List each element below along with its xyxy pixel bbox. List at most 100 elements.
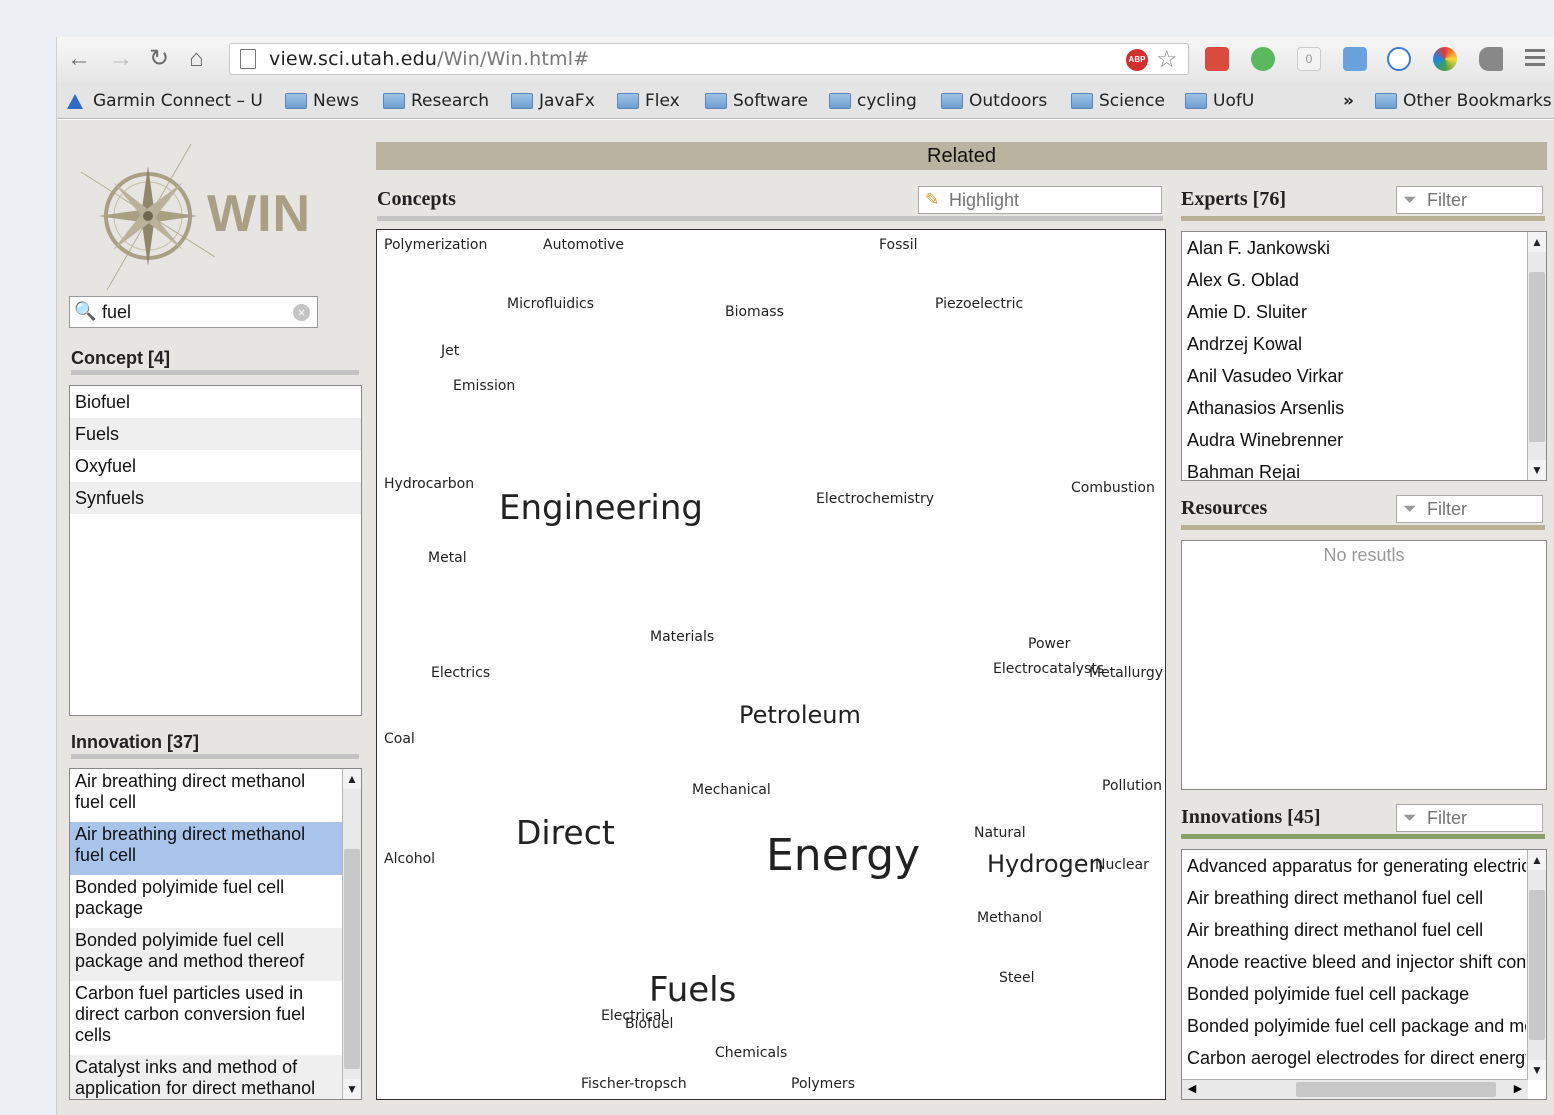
- cloud-word[interactable]: Hydrocarbon: [384, 476, 474, 492]
- bookmark-news[interactable]: News: [285, 91, 359, 111]
- concept-list[interactable]: Biofuel Fuels Oxyfuel Synfuels: [69, 385, 362, 716]
- list-item[interactable]: Athanasios Arsenlis: [1182, 392, 1526, 424]
- cloud-word[interactable]: Emission: [453, 378, 515, 394]
- cloud-word[interactable]: Steel: [999, 970, 1035, 986]
- list-item[interactable]: Anode reactive bleed and injector shift …: [1182, 946, 1526, 978]
- experts-filter-box[interactable]: ⏷: [1396, 186, 1543, 214]
- list-item[interactable]: Catalyst inks and method of application …: [70, 1055, 342, 1099]
- list-item[interactable]: Oxyfuel: [70, 450, 361, 482]
- list-item[interactable]: Advanced apparatus for generating electr…: [1182, 850, 1526, 882]
- cloud-word[interactable]: Fossil: [879, 237, 918, 253]
- scroll-thumb[interactable]: [1529, 890, 1545, 1040]
- cloud-word[interactable]: Biomass: [725, 304, 784, 320]
- clear-icon[interactable]: ×: [293, 304, 310, 321]
- scroll-right-icon[interactable]: ▶: [1508, 1080, 1528, 1099]
- cloud-word[interactable]: Electrochemistry: [816, 491, 934, 507]
- search-extension-icon[interactable]: [1251, 47, 1275, 71]
- audio-extension-icon[interactable]: [1479, 47, 1503, 71]
- bookmark-science[interactable]: Science: [1071, 91, 1165, 111]
- list-item[interactable]: Amie D. Sluiter: [1182, 296, 1526, 328]
- highlight-input[interactable]: [949, 190, 1059, 211]
- cloud-word[interactable]: Hydrogen: [987, 850, 1104, 878]
- color-extension-icon[interactable]: [1433, 47, 1457, 71]
- resources-filter-box[interactable]: ⏷: [1396, 495, 1543, 523]
- phone-extension-icon[interactable]: [1387, 47, 1411, 71]
- list-item[interactable]: Carbon fuel particles used in direct car…: [70, 981, 342, 1055]
- highlight-box[interactable]: ✎: [918, 186, 1162, 214]
- innovations-filter-box[interactable]: ⏷: [1396, 804, 1543, 832]
- cloud-word[interactable]: Combustion: [1071, 480, 1155, 496]
- resources-filter-input[interactable]: [1427, 499, 1537, 520]
- experts-filter-input[interactable]: [1427, 190, 1537, 211]
- cloud-word[interactable]: Biofuel: [625, 1016, 673, 1032]
- list-item[interactable]: Bonded polyimide fuel cell package: [1182, 978, 1526, 1010]
- list-item[interactable]: Air breathing direct methanol fuel cell: [1182, 914, 1526, 946]
- cloud-word[interactable]: Metal: [428, 550, 467, 566]
- cloud-word[interactable]: Power: [1028, 636, 1070, 652]
- scroll-left-icon[interactable]: ◀: [1182, 1080, 1202, 1099]
- search-box[interactable]: 🔍 ×: [69, 296, 318, 328]
- list-item[interactable]: Audra Winebrenner: [1182, 424, 1526, 456]
- home-icon[interactable]: ⌂: [189, 45, 204, 73]
- innovations-filter-input[interactable]: [1427, 808, 1537, 829]
- scroll-down-icon[interactable]: ▼: [343, 1079, 361, 1099]
- cloud-word[interactable]: Coal: [384, 731, 415, 747]
- list-item[interactable]: Biofuel: [70, 386, 361, 418]
- star-icon[interactable]: ☆: [1156, 45, 1178, 74]
- list-item[interactable]: Alan F. Jankowski: [1182, 232, 1526, 264]
- scroll-up-icon[interactable]: ▲: [1528, 850, 1546, 870]
- cloud-word[interactable]: Petroleum: [739, 701, 861, 729]
- menu-icon[interactable]: [1525, 49, 1545, 70]
- scroll-up-icon[interactable]: ▲: [343, 769, 361, 789]
- search-input[interactable]: [102, 301, 282, 323]
- scroll-down-icon[interactable]: ▼: [1528, 460, 1546, 480]
- cloud-word[interactable]: Engineering: [499, 488, 703, 528]
- innovations-list[interactable]: Advanced apparatus for generating electr…: [1181, 849, 1547, 1100]
- cloud-word[interactable]: Direct: [516, 813, 615, 852]
- list-item[interactable]: Andrzej Kowal: [1182, 328, 1526, 360]
- list-item[interactable]: Fuels: [70, 418, 361, 450]
- cloud-word[interactable]: Piezoelectric: [935, 296, 1023, 312]
- cloud-word[interactable]: Fuels: [649, 970, 736, 1010]
- translate-icon[interactable]: [1343, 47, 1367, 71]
- back-icon[interactable]: ←: [67, 45, 91, 73]
- scroll-down-icon[interactable]: ▼: [1528, 1060, 1546, 1080]
- list-item[interactable]: Synfuels: [70, 482, 361, 514]
- list-item[interactable]: Air breathing direct methanol fuel cell: [70, 769, 342, 822]
- bookmark-other[interactable]: Other Bookmarks: [1375, 91, 1552, 111]
- address-bar[interactable]: view.sci.utah.edu/Win/Win.html# ABP ☆: [229, 43, 1189, 75]
- cloud-word[interactable]: Microfluidics: [507, 296, 594, 312]
- scroll-thumb[interactable]: [1529, 272, 1545, 442]
- forward-icon[interactable]: →: [109, 45, 133, 73]
- cloud-word[interactable]: Fischer-tropsch: [581, 1076, 687, 1092]
- cloud-word[interactable]: Jet: [441, 343, 459, 359]
- cloud-word[interactable]: Electrics: [431, 665, 490, 681]
- cloud-word[interactable]: Automotive: [543, 237, 624, 253]
- bookmark-software[interactable]: Software: [705, 91, 808, 111]
- list-item[interactable]: Bonded polyimide fuel cell package and m…: [70, 928, 342, 981]
- list-item-selected[interactable]: Air breathing direct methanol fuel cell: [70, 822, 342, 875]
- innovations-vscrollbar[interactable]: ▲ ▼: [1527, 850, 1546, 1080]
- bookmark-outdoors[interactable]: Outdoors: [941, 91, 1047, 111]
- cloud-word[interactable]: Methanol: [977, 910, 1042, 926]
- resources-list[interactable]: No resutls: [1181, 540, 1547, 790]
- bookmark-flex[interactable]: Flex: [617, 91, 680, 111]
- reload-icon[interactable]: ↻: [149, 45, 169, 73]
- list-item[interactable]: Air breathing direct methanol fuel cell: [1182, 882, 1526, 914]
- scroll-up-icon[interactable]: ▲: [1528, 232, 1546, 252]
- bookmark-garmin[interactable]: Garmin Connect – U: [67, 91, 263, 111]
- list-item[interactable]: Bonded polyimide fuel cell package and m…: [1182, 1010, 1526, 1042]
- cloud-word[interactable]: Electrocatalysts: [993, 661, 1104, 677]
- bookmark-uofu[interactable]: UofU: [1185, 91, 1254, 111]
- cloud-word[interactable]: Nuclear: [1095, 857, 1149, 873]
- innovation-scrollbar[interactable]: ▲ ▼: [342, 769, 361, 1099]
- scroll-thumb[interactable]: [344, 849, 360, 1069]
- cloud-word[interactable]: Alcohol: [384, 851, 435, 867]
- counter-extension-icon[interactable]: 0: [1297, 47, 1321, 71]
- experts-list[interactable]: Alan F. Jankowski Alex G. Oblad Amie D. …: [1181, 231, 1547, 481]
- cloud-word[interactable]: Metallurgy: [1089, 665, 1163, 681]
- bookmark-javafx[interactable]: JavaFx: [511, 91, 595, 111]
- bookmark-overflow[interactable]: »: [1343, 91, 1354, 111]
- bookmark-extension-icon[interactable]: [1205, 47, 1229, 71]
- list-item[interactable]: Anil Vasudeo Virkar: [1182, 360, 1526, 392]
